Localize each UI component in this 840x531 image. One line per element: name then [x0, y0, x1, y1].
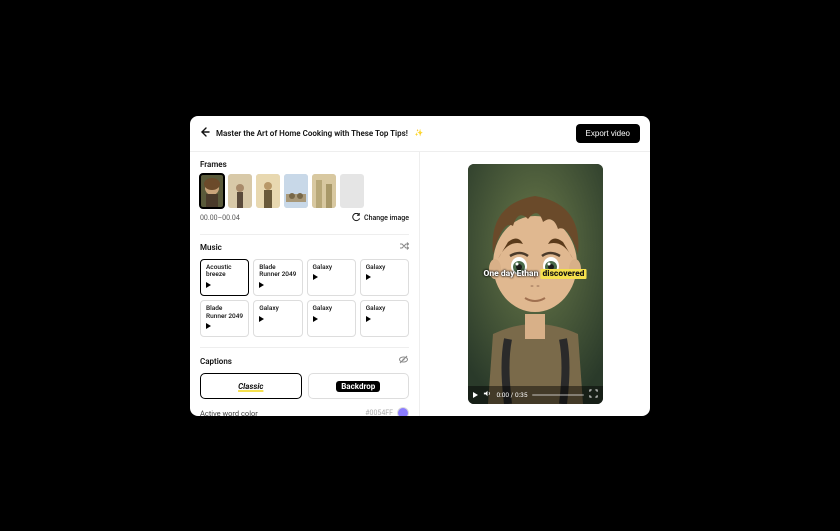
music-track-name: Galaxy	[313, 264, 350, 272]
frame-thumb-3[interactable]	[256, 174, 280, 208]
back-arrow-icon[interactable]	[200, 127, 210, 140]
play-icon	[313, 316, 318, 322]
music-track-5[interactable]: Blade Runner 2049	[200, 300, 249, 337]
caption-style-backdrop-label: Backdrop	[336, 381, 380, 392]
music-track-name: Acoustic breeze	[206, 264, 243, 280]
frame-thumb-2[interactable]	[228, 174, 252, 208]
color-picker[interactable]: #0054FF	[365, 407, 409, 415]
frames-label: Frames	[200, 160, 409, 169]
video-time: 0:00 / 0:35	[497, 391, 528, 399]
header: Master the Art of Home Cooking with Thes…	[190, 116, 650, 152]
play-icon	[259, 282, 264, 288]
frame-thumb-5[interactable]	[312, 174, 336, 208]
music-track-name: Galaxy	[313, 305, 350, 313]
music-header: Music	[200, 241, 409, 254]
frames-row	[200, 174, 409, 208]
divider	[200, 234, 409, 235]
body: Frames 00.00–00.0	[190, 152, 650, 416]
caption-text-pre: One day Ethan	[484, 269, 541, 279]
right-panel: One day Ethan discovered 0:00 / 0:35	[420, 152, 650, 416]
music-track-7[interactable]: Galaxy	[307, 300, 356, 337]
fullscreen-icon[interactable]	[589, 389, 598, 400]
change-image-label: Change image	[364, 214, 409, 222]
eye-off-icon[interactable]	[398, 354, 409, 368]
play-icon	[206, 323, 211, 329]
captions-header: Captions	[200, 354, 409, 368]
refresh-icon	[352, 213, 361, 224]
music-track-name: Galaxy	[366, 264, 403, 272]
music-grid: Acoustic breeze Blade Runner 2049 Galaxy…	[200, 259, 409, 338]
music-track-4[interactable]: Galaxy	[360, 259, 409, 296]
play-icon	[259, 316, 264, 322]
preview-art	[468, 164, 603, 404]
header-left: Master the Art of Home Cooking with Thes…	[200, 127, 424, 140]
video-controls: 0:00 / 0:35	[468, 386, 603, 404]
caption-overlay: One day Ethan discovered	[484, 269, 587, 279]
export-video-button[interactable]: Export video	[576, 124, 640, 143]
frame-thumb-4[interactable]	[284, 174, 308, 208]
volume-icon[interactable]	[483, 389, 492, 400]
frames-footer: 00.00–00.04 Change image	[200, 213, 409, 224]
active-word-color-row: Active word color #0054FF	[200, 407, 409, 415]
play-icon	[366, 274, 371, 280]
progress-bar[interactable]	[532, 394, 583, 396]
captions-label: Captions	[200, 357, 232, 366]
caption-style-classic-label: Classic	[238, 382, 263, 391]
page-title: Master the Art of Home Cooking with Thes…	[216, 129, 408, 138]
music-track-name: Blade Runner 2049	[206, 305, 243, 321]
music-track-3[interactable]: Galaxy	[307, 259, 356, 296]
divider	[200, 347, 409, 348]
music-track-name: Galaxy	[259, 305, 296, 313]
music-track-name: Galaxy	[366, 305, 403, 313]
play-icon	[206, 282, 211, 288]
frame-timestamp: 00.00–00.04	[200, 214, 240, 222]
music-label: Music	[200, 243, 222, 252]
play-icon	[313, 274, 318, 280]
frame-thumb-1[interactable]	[200, 174, 224, 208]
video-preview: One day Ethan discovered 0:00 / 0:35	[468, 164, 603, 404]
active-word-color-label: Active word color	[200, 409, 258, 416]
color-swatch	[397, 407, 409, 415]
caption-text-highlight: discovered	[540, 269, 586, 279]
play-button[interactable]	[473, 392, 478, 398]
app-window: Master the Art of Home Cooking with Thes…	[190, 116, 650, 416]
shuffle-icon[interactable]	[399, 241, 409, 254]
play-icon	[366, 316, 371, 322]
caption-styles: Classic Backdrop	[200, 373, 409, 399]
music-track-2[interactable]: Blade Runner 2049	[253, 259, 302, 296]
music-track-1[interactable]: Acoustic breeze	[200, 259, 249, 296]
caption-style-backdrop[interactable]: Backdrop	[308, 373, 410, 399]
caption-style-classic[interactable]: Classic	[200, 373, 302, 399]
music-track-8[interactable]: Galaxy	[360, 300, 409, 337]
music-track-name: Blade Runner 2049	[259, 264, 296, 280]
music-track-6[interactable]: Galaxy	[253, 300, 302, 337]
change-image-button[interactable]: Change image	[352, 213, 409, 224]
frame-thumb-placeholder[interactable]	[340, 174, 364, 208]
color-hex: #0054FF	[365, 409, 393, 415]
left-panel: Frames 00.00–00.0	[190, 152, 420, 416]
sparkle-icon: ✨	[415, 129, 424, 137]
